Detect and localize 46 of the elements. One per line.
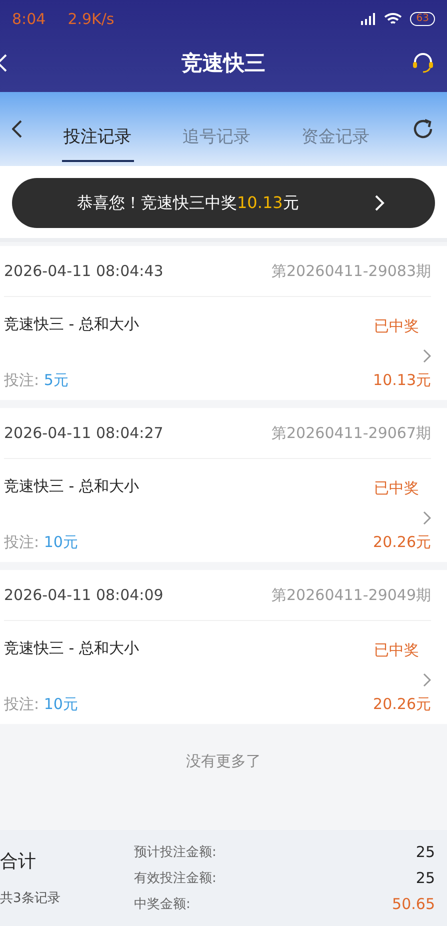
summary-label: 有效投注金额: bbox=[134, 870, 216, 887]
signal-icon bbox=[360, 13, 376, 25]
summary-label: 预计投注金额: bbox=[134, 844, 216, 861]
page-title: 竞速快三 bbox=[182, 50, 266, 77]
refresh-icon[interactable] bbox=[411, 117, 435, 141]
record-prize: 10.13元 bbox=[373, 371, 431, 390]
network-speed: 2.9K/s bbox=[68, 10, 114, 28]
record-datetime: 2026-04-11 08:04:43 bbox=[4, 262, 164, 280]
record-status: 已中奖 bbox=[373, 478, 420, 498]
battery-icon: 63 bbox=[410, 12, 435, 26]
summary-label: 中奖金额: bbox=[134, 896, 190, 913]
record-issue: 第20260411-29049期 bbox=[272, 586, 431, 604]
status-time: 8:04 bbox=[12, 10, 46, 28]
summary-value: 25 bbox=[416, 843, 435, 861]
record-prize: 20.26元 bbox=[373, 533, 431, 552]
headset-icon[interactable] bbox=[411, 51, 435, 75]
end-note: 没有更多了 bbox=[185, 752, 262, 771]
record-issue: 第20260411-29083期 bbox=[272, 262, 431, 280]
record-datetime: 2026-04-11 08:04:27 bbox=[4, 424, 164, 442]
record-bet: 投注: 10元 bbox=[4, 695, 78, 714]
record-card[interactable]: 2026-04-11 08:04:43 第20260411-29083期 竞速快三 - 总和大小 已中奖 投注: 5元 10.13元 bbox=[0, 246, 447, 400]
record-card[interactable]: 2026-04-11 08:04:27 第20260411-29067期 竞速快三 - 总和大小 已中奖 投注: 10元 20.26元 bbox=[0, 408, 447, 562]
chevron-icon bbox=[375, 195, 385, 211]
toast-message: 恭喜您！竞速快三中奖10.13元 bbox=[77, 192, 299, 214]
record-game: 竞速快三 - 总和大小 bbox=[4, 638, 139, 658]
chevron-icon bbox=[423, 673, 431, 687]
wifi-icon bbox=[384, 12, 402, 26]
win-toast[interactable]: 恭喜您！竞速快三中奖10.13元 bbox=[12, 178, 435, 228]
record-bet: 投注: 5元 bbox=[4, 371, 68, 390]
record-card[interactable]: 2026-04-11 08:04:09 第20260411-29049期 竞速快三 - 总和大小 已中奖 投注: 10元 20.26元 bbox=[0, 570, 447, 724]
summary-count: 共3条记录 bbox=[0, 890, 62, 907]
summary-title: 合计 bbox=[0, 850, 37, 873]
summary-value: 50.65 bbox=[392, 895, 435, 913]
record-prize: 20.26元 bbox=[373, 695, 431, 714]
chevron-icon bbox=[423, 511, 431, 525]
summary-value: 25 bbox=[416, 869, 435, 887]
record-game: 竞速快三 - 总和大小 bbox=[4, 476, 139, 496]
record-bet: 投注: 10元 bbox=[4, 533, 78, 552]
record-status: 已中奖 bbox=[373, 640, 420, 660]
record-status: 已中奖 bbox=[373, 316, 420, 336]
record-datetime: 2026-04-11 08:04:09 bbox=[4, 586, 164, 604]
chevron-icon bbox=[423, 349, 431, 363]
tab[interactable]: 投注记录 bbox=[62, 112, 134, 162]
back-icon[interactable] bbox=[12, 120, 22, 138]
record-issue: 第20260411-29067期 bbox=[272, 424, 431, 442]
record-game: 竞速快三 - 总和大小 bbox=[4, 314, 139, 334]
